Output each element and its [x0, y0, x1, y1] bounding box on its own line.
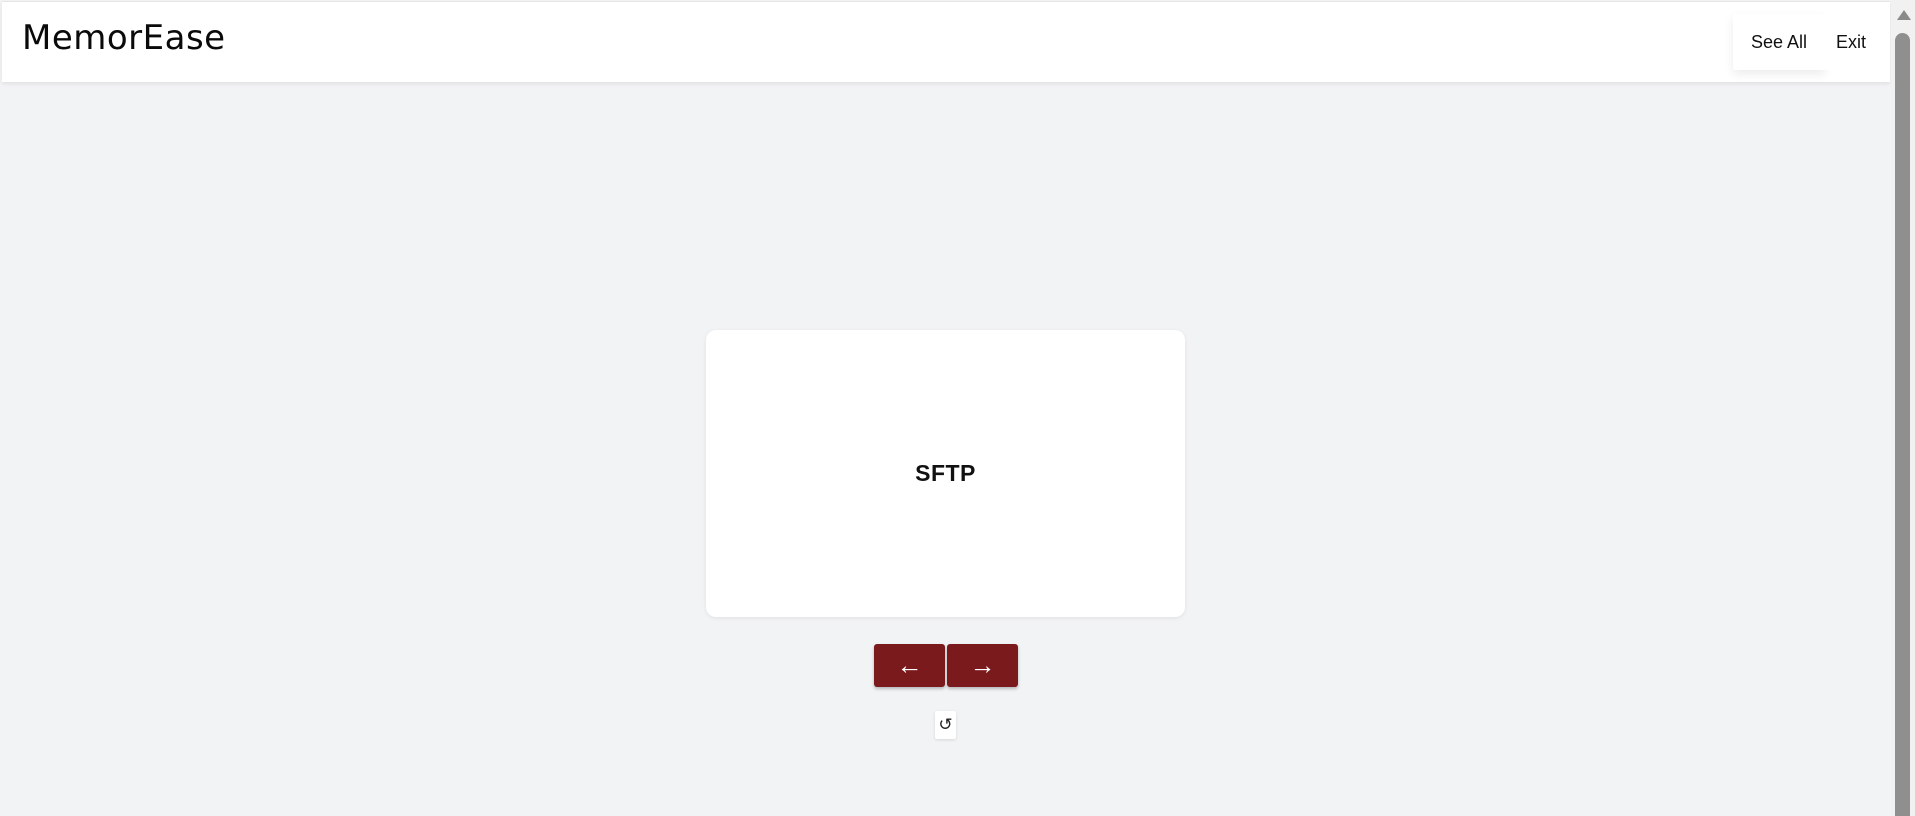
see-all-button[interactable]: See All: [1733, 14, 1826, 70]
next-card-button[interactable]: →: [947, 644, 1018, 687]
reset-icon: ↺: [938, 715, 953, 734]
flashcard[interactable]: SFTP: [706, 330, 1185, 617]
reset-button[interactable]: ↺: [935, 711, 956, 739]
exit-button[interactable]: Exit: [1824, 14, 1879, 70]
scroll-up-arrow-icon[interactable]: [1897, 10, 1911, 20]
vertical-scrollbar[interactable]: [1891, 0, 1915, 816]
previous-card-button[interactable]: ←: [874, 644, 945, 687]
scrollbar-thumb[interactable]: [1895, 33, 1910, 816]
arrow-right-icon: →: [969, 650, 996, 680]
flashcard-term: SFTP: [915, 460, 976, 486]
app-window: MemorEase See All Exit SFTP ← → ↺: [0, 0, 1915, 816]
app-logo: MemorEase: [22, 18, 226, 58]
arrow-left-icon: ←: [896, 650, 923, 680]
header-bar: MemorEase See All Exit: [2, 1, 1890, 82]
